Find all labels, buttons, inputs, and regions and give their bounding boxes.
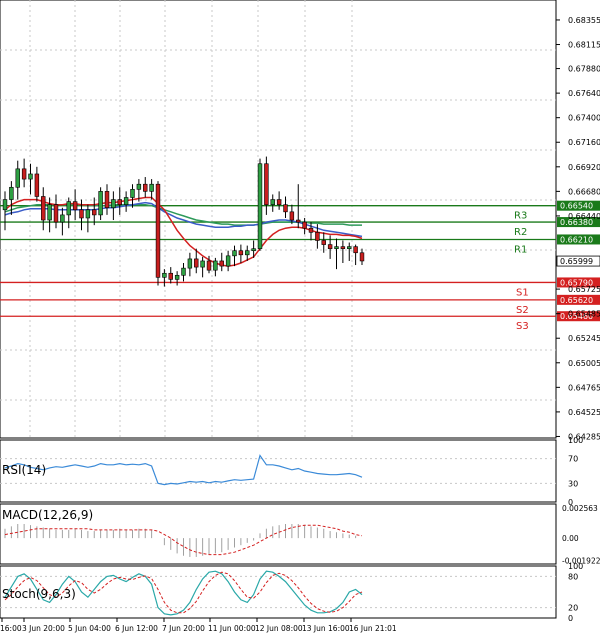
time-tick-label: 16 Jun 21:01 (349, 624, 397, 633)
time-tick-label: 3 Jun 20:00 (22, 624, 65, 633)
stoch-tick-label: 80 (568, 572, 578, 581)
time-tick-label: 11 Jun 00:00 (208, 624, 256, 633)
macd-label: MACD(12,26,9) (2, 508, 93, 522)
candle (257, 158, 263, 251)
stoch-tick-label: 20 (568, 604, 578, 613)
price-tick-label: 0.64525 (568, 408, 600, 417)
rsi-tick-label: 100 (568, 436, 583, 445)
stoch-axis: 10080 200 (568, 562, 583, 623)
time-tick-label: 13 Jun 16:00 (302, 624, 350, 633)
price-tick-label: 0.68355 (568, 16, 600, 25)
price-tick-label: 0.65245 (568, 334, 600, 343)
level-name-r2: R2 (514, 227, 527, 238)
time-tick-label: 7 Jun 20:00 (162, 624, 205, 633)
level-name-r1: R1 (514, 244, 527, 255)
stoch-tick-label: 0 (568, 614, 573, 623)
price-tick-label: 0.66440 (568, 212, 600, 221)
price-tick-label: 0.65485 (568, 310, 600, 319)
level-price-label: 0.66540 (560, 202, 593, 211)
forex-chart: R30.66540R20.66380R10.66210S10.65790S20.… (0, 0, 600, 633)
stoch-tick-label: 100 (568, 562, 583, 571)
time-tick-label: 6 Jun 12:00 (115, 624, 158, 633)
macd-panel: 0.0025630.00-0.001922 MACD(12,26,9) (0, 503, 600, 566)
price-tick-label: 0.66920 (568, 163, 600, 172)
macd-axis: 0.0025630.00-0.001922 (562, 504, 600, 566)
rsi-panel-frame (0, 439, 557, 503)
time-axis: 16:00 3 Jun 20:00 5 Jun 04:00 6 Jun 12:00 7 … (0, 618, 397, 633)
price-tick-label: 0.67880 (568, 65, 600, 74)
rsi-tick-label: 70 (568, 455, 578, 464)
time-tick-label: 12 Jun 08:00 (255, 624, 303, 633)
stoch-panel: 10080 200 Stoch(9,6,3) (0, 562, 583, 623)
level-name-s2: S2 (516, 305, 529, 316)
price-axis: 0.68355 0.68115 0.67880 0.67640 0.67400 0.671… (556, 16, 600, 441)
rsi-tick-label: 30 (568, 479, 578, 488)
rsi-label: RSI(14) (2, 463, 46, 477)
price-tick-label: 0.65725 (568, 285, 600, 294)
level-name-r3: R3 (514, 211, 527, 222)
price-tick-label: 0.67160 (568, 138, 600, 147)
price-tick-label: 0.65005 (568, 359, 600, 368)
candle (155, 181, 161, 286)
macd-tick-label: 0.00 (562, 534, 579, 543)
price-tick-label: 0.64765 (568, 383, 600, 392)
macd-tick-label: 0.002563 (562, 504, 598, 513)
price-panel-frame (0, 0, 557, 439)
rsi-axis: 10070300 (568, 436, 583, 507)
stoch-label: Stoch(9,6,3) (2, 587, 76, 601)
level-price-label: 0.65620 (560, 296, 593, 305)
candle (98, 187, 103, 221)
level-price-label: 0.66210 (560, 235, 593, 244)
time-tick-label: 5 Jun 04:00 (68, 624, 111, 633)
rsi-panel: 10070300 RSI(14) (0, 436, 583, 507)
price-tick-label: 0.66680 (568, 187, 600, 196)
current-price-label: 0.65999 (560, 257, 593, 266)
price-tick-label: 0.67400 (568, 114, 600, 123)
time-tick-label: 16:00 (0, 624, 22, 633)
price-panel: R30.66540R20.66380R10.66210S10.65790S20.… (0, 0, 600, 441)
price-tick-label: 0.67640 (568, 89, 600, 98)
level-name-s3: S3 (516, 321, 529, 332)
price-tick-label: 0.68115 (568, 41, 600, 50)
level-name-s1: S1 (516, 287, 529, 298)
